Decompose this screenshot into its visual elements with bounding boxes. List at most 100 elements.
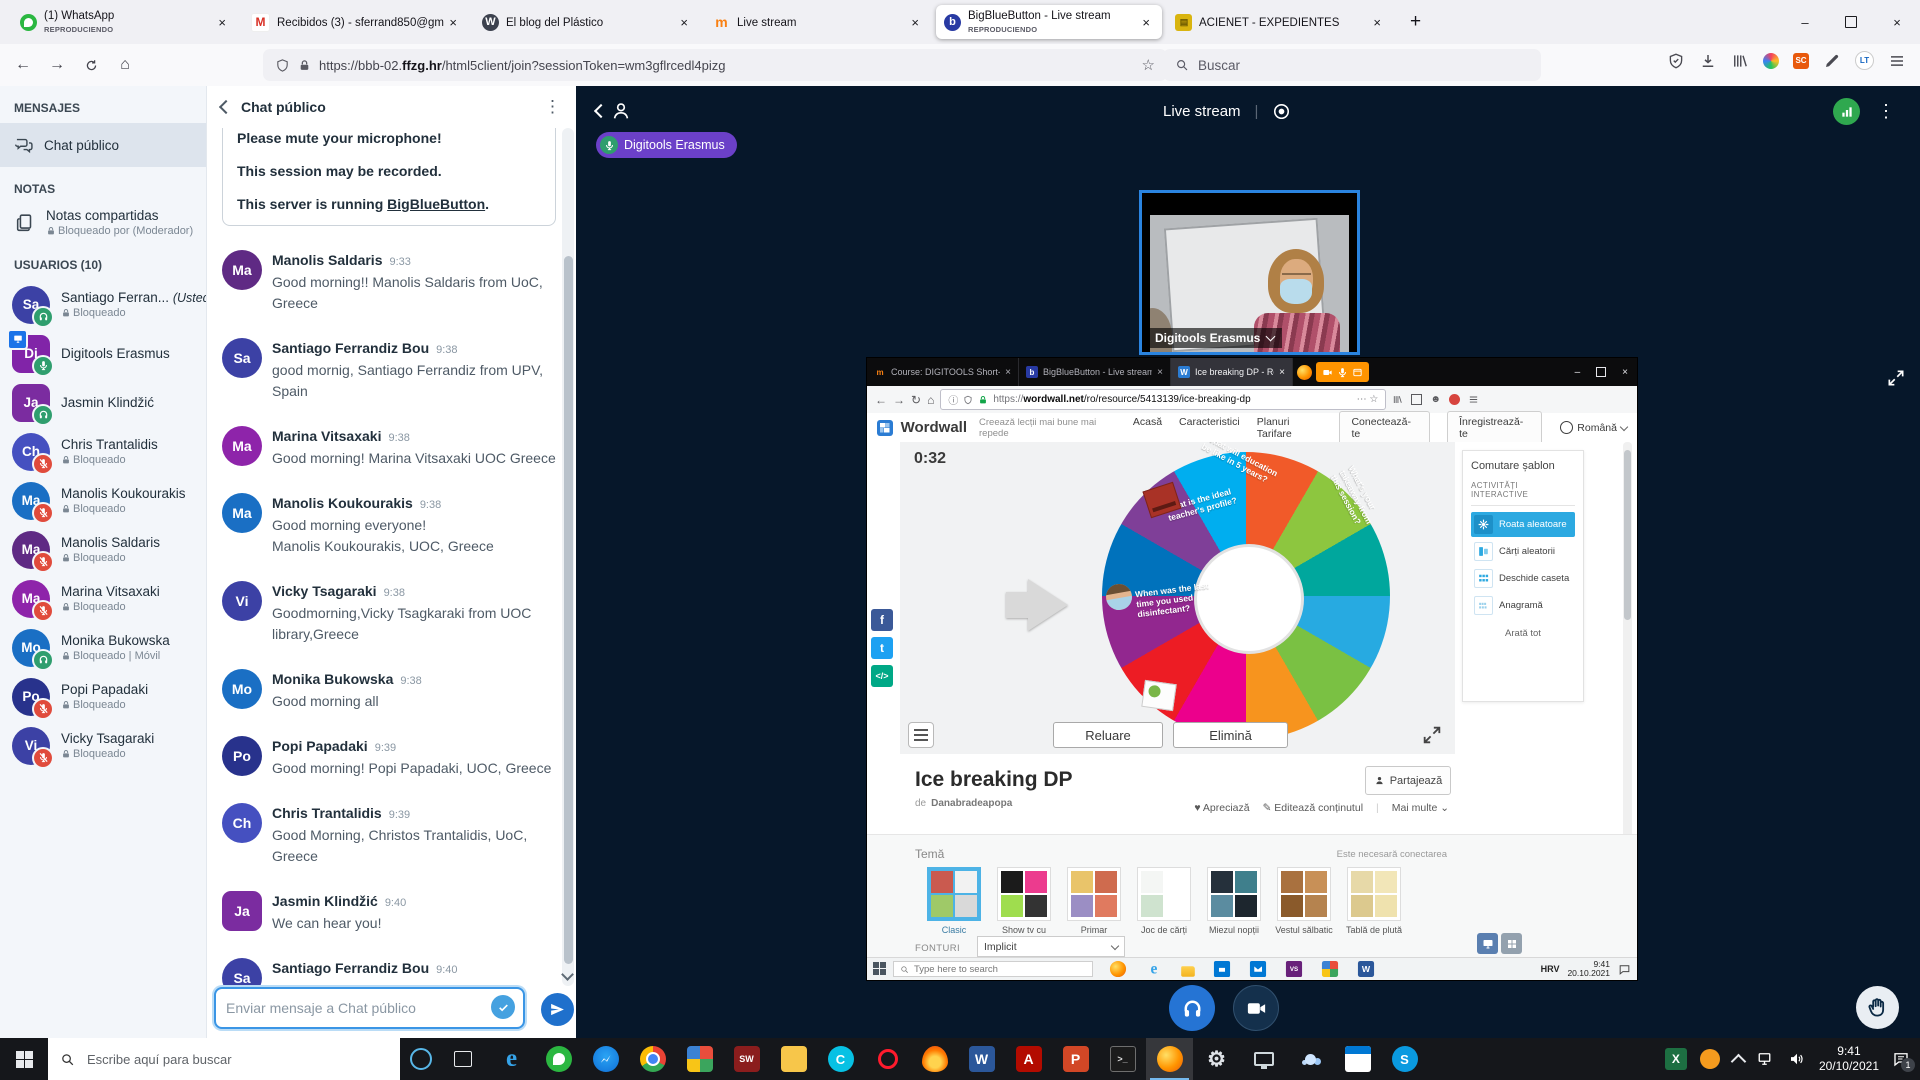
taskbar-app-acrobat[interactable]	[1005, 1038, 1052, 1080]
theme-tile[interactable]: Show tv cu jocuri	[995, 867, 1053, 945]
user-list-item[interactable]: Ch Chris Trantalidis Bloqueado	[0, 427, 206, 476]
game-menu-button[interactable]	[908, 722, 934, 748]
wordwall-brand[interactable]: Wordwall	[901, 419, 967, 436]
template-item[interactable]: Cărți aleatorii	[1471, 539, 1575, 564]
extension-sc-icon[interactable]: SC	[1793, 52, 1809, 69]
library-icon[interactable]	[1731, 52, 1749, 70]
taskbar-app-onedrive[interactable]	[1287, 1038, 1334, 1080]
game-fullscreen-icon[interactable]	[1421, 724, 1443, 746]
forward-button[interactable]: →	[42, 51, 72, 79]
chat-options-icon[interactable]: ⋮	[544, 97, 562, 117]
shared-browser-tab[interactable]: b BigBlueButton - Live stream ×	[1019, 358, 1171, 386]
taskbar-app-firefox[interactable]	[1146, 1038, 1193, 1080]
task-view-button[interactable]	[442, 1038, 484, 1080]
user-list-item[interactable]: Ma Marina Vitsaxaki Bloqueado	[0, 574, 206, 623]
user-list-item[interactable]: Sa Santiago Ferran... (Usted) Bloqueado	[0, 280, 206, 329]
user-list-item[interactable]: Po Popi Papadaki Bloqueado	[0, 672, 206, 721]
tab-close-icon[interactable]: ×	[1157, 367, 1163, 378]
taskbar-app-edge[interactable]	[488, 1038, 535, 1080]
extension-lt-icon[interactable]: LT	[1855, 51, 1874, 70]
user-list-item[interactable]: Ma Manolis Saldaris Bloqueado	[0, 525, 206, 574]
shared-taskbar-search[interactable]: Type here to search	[893, 961, 1093, 977]
tab-close-icon[interactable]: ×	[907, 13, 923, 32]
chat-scrollbar[interactable]	[562, 128, 574, 986]
language-selector[interactable]: Română	[1560, 421, 1629, 434]
connection-status-icon[interactable]	[1833, 98, 1860, 125]
taskbar-app-display[interactable]	[1240, 1038, 1287, 1080]
webcam-toggle-button[interactable]	[1233, 985, 1279, 1031]
sidebar-icon[interactable]	[1411, 394, 1423, 405]
options-menu-icon[interactable]: ⋮	[1877, 101, 1896, 122]
send-message-button[interactable]	[541, 993, 574, 1026]
share-resource-button[interactable]: Partajează	[1365, 766, 1451, 795]
more-button[interactable]: Mai multe ⌄	[1392, 802, 1449, 814]
user-list-item[interactable]: Di Digitools Erasmus	[0, 328, 206, 378]
shared-taskbar-vs-icon[interactable]	[1285, 960, 1303, 978]
shared-taskbar-folder-icon[interactable]	[1181, 965, 1195, 977]
facebook-share-button[interactable]: f	[871, 609, 893, 631]
taskbar-app-chrome[interactable]	[629, 1038, 676, 1080]
theme-tile[interactable]: Vestul sălbatic	[1275, 867, 1333, 945]
raise-hand-button[interactable]	[1856, 986, 1899, 1029]
replay-button[interactable]: Reluare	[1053, 722, 1163, 748]
tab-close-icon[interactable]: ×	[1369, 13, 1385, 32]
shared-browser-tab[interactable]: mCourse: DIGITOOLS Short-term×	[867, 358, 1019, 386]
menu-icon[interactable]	[1468, 394, 1479, 405]
sidebar-item-public-chat[interactable]: Chat público	[0, 123, 206, 167]
tab-close-icon[interactable]: ×	[1005, 367, 1011, 378]
theme-tile[interactable]: Clasic	[925, 867, 983, 945]
browser-tab[interactable]: m Live stream ×	[705, 5, 931, 39]
chat-message-list[interactable]: Please mute your microphone! This sessio…	[207, 128, 560, 986]
wordwall-logo[interactable]	[877, 419, 893, 436]
embed-code-button[interactable]: </>	[871, 665, 893, 687]
extension-color-icon[interactable]	[1763, 52, 1779, 69]
tab-close-icon[interactable]: ×	[1279, 367, 1285, 378]
forward-icon[interactable]: →	[893, 393, 905, 407]
shared-taskbar-edge-icon[interactable]	[1146, 961, 1162, 977]
action-center-icon[interactable]: 1	[1892, 1050, 1915, 1072]
edit-content-button[interactable]: ✎ Editează conținutul	[1263, 802, 1363, 814]
tab-close-icon[interactable]: ×	[445, 13, 461, 32]
browser-tab[interactable]: M Recibidos (3) - sferrand850@gm ×	[243, 5, 469, 39]
talking-indicator[interactable]: Digitools Erasmus	[596, 132, 737, 158]
back-button[interactable]: ←	[8, 51, 38, 79]
template-item[interactable]: Anagramă	[1471, 593, 1575, 618]
home-button[interactable]: ⌂	[110, 51, 140, 79]
maximize-button[interactable]	[1828, 0, 1874, 44]
taskbar-app-terminal[interactable]	[1099, 1038, 1146, 1080]
register-button[interactable]: Înregistrează-te	[1447, 410, 1543, 445]
taskbar-app-powerpoint[interactable]	[1052, 1038, 1099, 1080]
downloads-icon[interactable]	[1699, 52, 1717, 70]
template-item[interactable]: Roata aleatoare	[1471, 512, 1575, 537]
excel-tray-icon[interactable]	[1664, 1048, 1687, 1070]
shared-url-field[interactable]: ⓘ https://wordwall.net/ro/resource/54131…	[940, 389, 1387, 410]
library-icon[interactable]	[1392, 394, 1403, 405]
shared-taskbar-photos-icon[interactable]	[1321, 960, 1339, 978]
tab-close-icon[interactable]: ×	[214, 13, 230, 32]
login-button[interactable]: Conectează-te	[1339, 410, 1431, 445]
theme-tile[interactable]: Tablă de plută	[1345, 867, 1403, 945]
taskbar-app-photos[interactable]	[676, 1038, 723, 1080]
twitter-share-button[interactable]: t	[871, 637, 893, 659]
taskbar-app-whatsapp[interactable]	[535, 1038, 582, 1080]
protections-shield-icon[interactable]	[1667, 52, 1685, 70]
chat-message-input[interactable]	[216, 989, 523, 1027]
like-button[interactable]: ♥ Apreciază	[1194, 802, 1249, 814]
taskbar-app-calendar[interactable]	[1334, 1038, 1381, 1080]
start-icon[interactable]	[873, 962, 887, 976]
volume-icon[interactable]	[1788, 1050, 1806, 1068]
user-list-item[interactable]: Ja Jasmin Klindžić	[0, 378, 206, 427]
theme-tile[interactable]: Miezul nopții	[1205, 867, 1263, 945]
wordwall-nav-item[interactable]: Caracteristici	[1179, 416, 1240, 440]
browser-tab[interactable]: b BigBlueButton - Live stream REPRODUCIEN…	[936, 5, 1162, 39]
browser-tab[interactable]: ▤ ACIENET - EXPEDIENTES ×	[1167, 5, 1393, 39]
reload-icon[interactable]: ↻	[911, 393, 921, 407]
taskbar-clock[interactable]: 9:41 20/10/2021	[1819, 1044, 1879, 1074]
taskbar-app-opera[interactable]	[864, 1038, 911, 1080]
notification-icon[interactable]	[1618, 963, 1631, 976]
show-all-link[interactable]: Arată tot	[1471, 628, 1575, 639]
webcam-video[interactable]: Digitools Erasmus	[1139, 190, 1360, 355]
shared-window-controls[interactable]: – ×	[1575, 367, 1637, 378]
wordwall-nav-item[interactable]: Acasă	[1133, 416, 1162, 440]
tab-close-icon[interactable]: ×	[676, 13, 692, 32]
